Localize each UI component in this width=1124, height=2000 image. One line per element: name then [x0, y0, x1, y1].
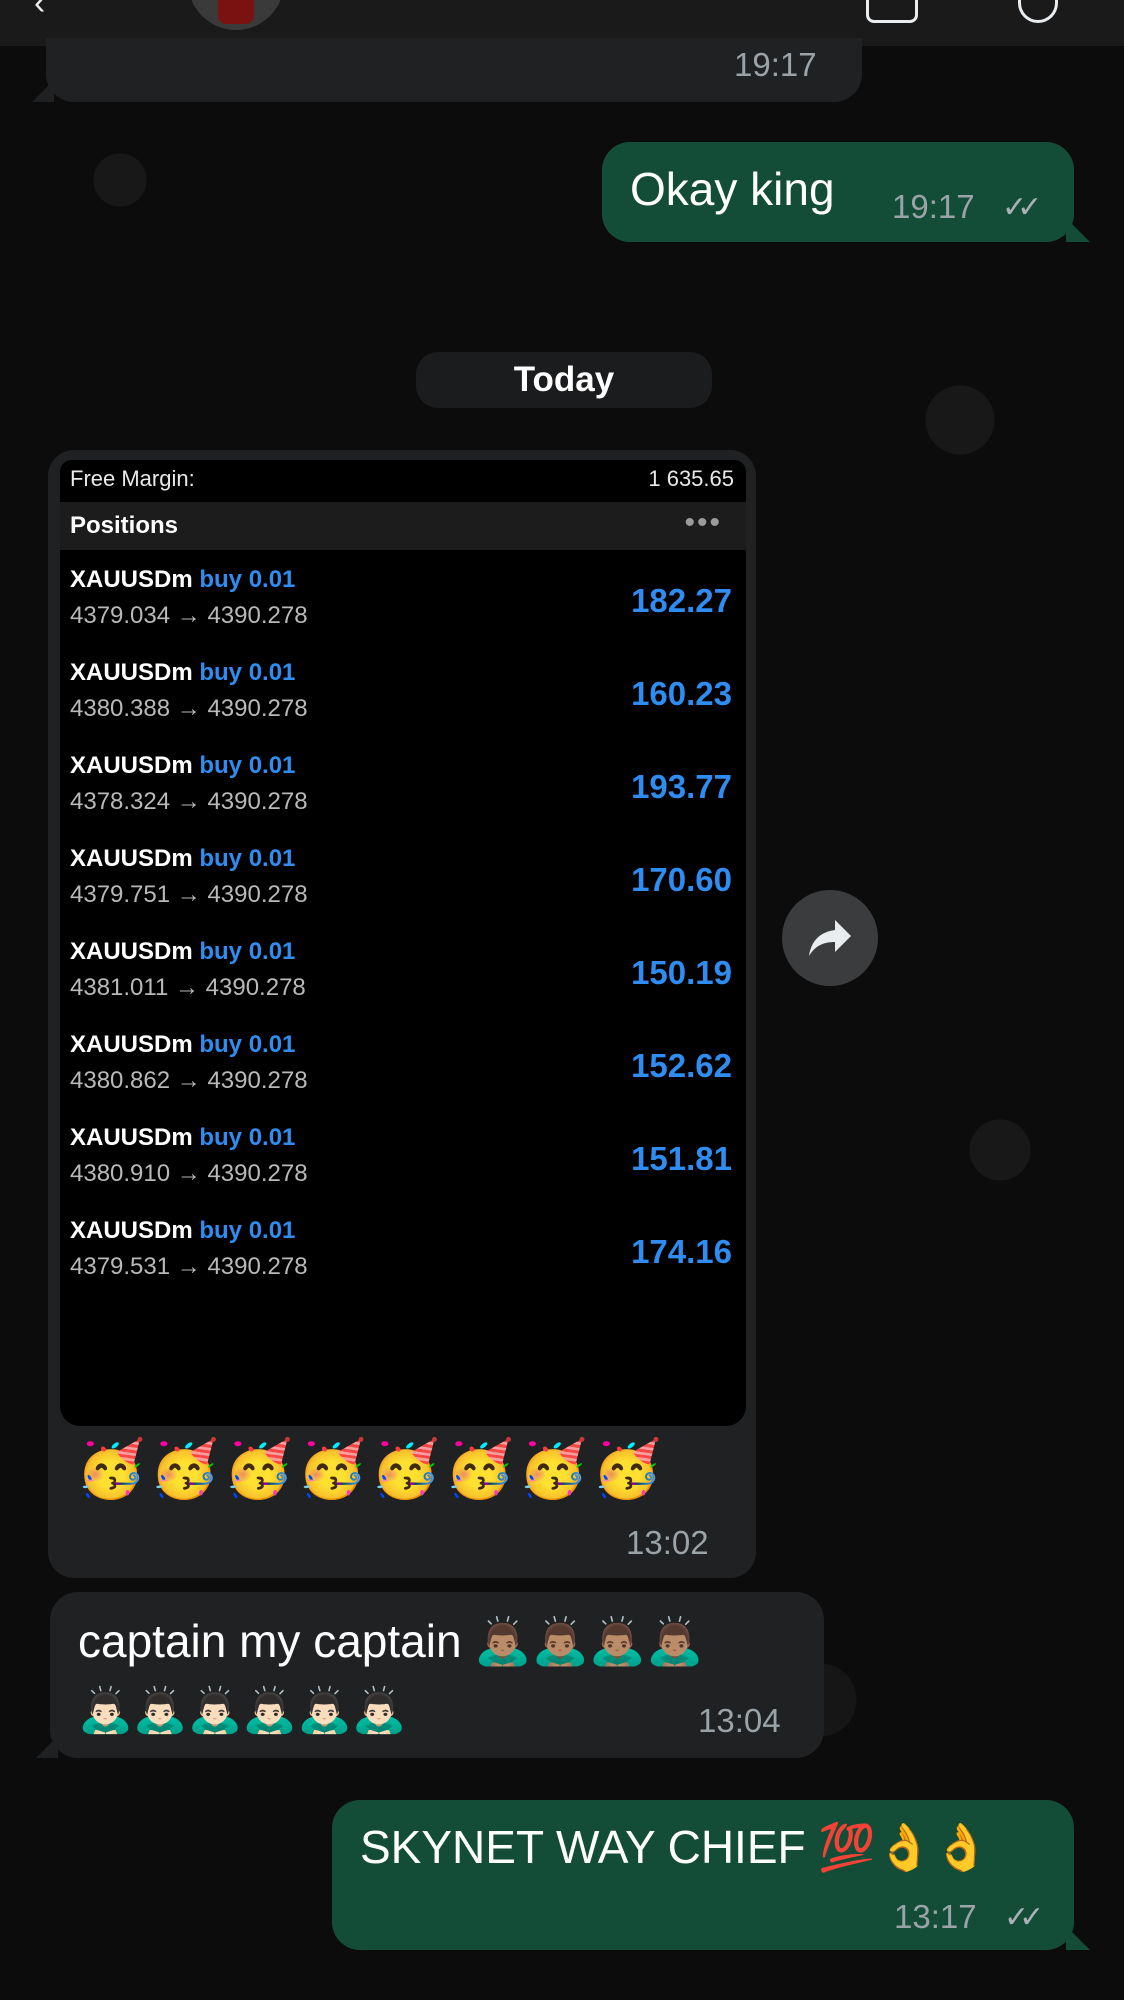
- position-side: buy 0.01: [199, 1217, 296, 1244]
- position-symbol: XAUUSDm buy 0.01: [70, 566, 296, 593]
- position-symbol: XAUUSDm buy 0.01: [70, 845, 296, 872]
- position-row: XAUUSDm buy 0.01 4380.910 → 4390.278 151…: [60, 1124, 746, 1217]
- message-time: 13:04: [698, 1702, 781, 1739]
- more-dots-icon: •••: [684, 506, 722, 539]
- position-side: buy 0.01: [199, 938, 296, 965]
- position-row: XAUUSDm buy 0.01 4379.034 → 4390.278 182…: [60, 566, 746, 659]
- position-side: buy 0.01: [199, 659, 296, 686]
- message-text-line-2: 🙇🏻‍♂️🙇🏻‍♂️🙇🏻‍♂️🙇🏻‍♂️🙇🏻‍♂️🙇🏻‍♂️: [78, 1686, 407, 1735]
- free-margin-row: Free Margin: 1 635.65: [60, 460, 746, 502]
- double-check-icon: ✓✓: [1002, 191, 1042, 224]
- position-prices: 4379.751 → 4390.278: [70, 881, 308, 908]
- position-symbol: XAUUSDm buy 0.01: [70, 1031, 296, 1058]
- position-symbol: XAUUSDm buy 0.01: [70, 938, 296, 965]
- position-prices: 4378.324 → 4390.278: [70, 788, 308, 815]
- position-row: XAUUSDm buy 0.01 4379.531 → 4390.278 174…: [60, 1217, 746, 1310]
- position-profit: 152.62: [631, 1047, 732, 1084]
- position-row: XAUUSDm buy 0.01 4379.751 → 4390.278 170…: [60, 845, 746, 938]
- message-time: 13:17: [894, 1898, 977, 1935]
- avatar[interactable]: [188, 0, 284, 30]
- incoming-message-bubble[interactable]: captain my captain 🙇🏽‍♂️🙇🏽‍♂️🙇🏽‍♂️🙇🏽‍♂️ …: [36, 1592, 824, 1758]
- outgoing-message-bubble[interactable]: SKYNET WAY CHIEF 💯👌👌 13:17 ✓✓: [332, 1800, 1090, 1950]
- position-symbol: XAUUSDm buy 0.01: [70, 1124, 296, 1151]
- position-side: buy 0.01: [199, 1124, 296, 1151]
- positions-header: Positions •••: [60, 502, 746, 550]
- outgoing-message-bubble[interactable]: Okay king 19:17 ✓✓: [602, 142, 1090, 242]
- position-row: XAUUSDm buy 0.01 4381.011 → 4390.278 150…: [60, 938, 746, 1031]
- message-time: 19:17: [734, 46, 817, 83]
- position-symbol: XAUUSDm buy 0.01: [70, 659, 296, 686]
- date-divider: Today: [416, 352, 712, 408]
- message-text: SKYNET WAY CHIEF 💯👌👌: [360, 1821, 991, 1873]
- position-side: buy 0.01: [199, 752, 296, 779]
- forward-button[interactable]: [782, 890, 878, 986]
- previous-message-bubble[interactable]: 19:17: [32, 38, 862, 102]
- position-profit: 170.60: [631, 861, 732, 898]
- position-row: XAUUSDm buy 0.01 4380.862 → 4390.278 152…: [60, 1031, 746, 1124]
- message-text-line-1: captain my captain 🙇🏽‍♂️🙇🏽‍♂️🙇🏽‍♂️🙇🏽‍♂️: [78, 1615, 704, 1667]
- position-side: buy 0.01: [199, 1031, 296, 1058]
- message-text: Okay king: [630, 163, 835, 215]
- position-row: XAUUSDm buy 0.01 4380.388 → 4390.278 160…: [60, 659, 746, 752]
- position-prices: 4380.910 → 4390.278: [70, 1160, 308, 1187]
- position-symbol: XAUUSDm buy 0.01: [70, 752, 296, 779]
- position-profit: 193.77: [631, 768, 732, 805]
- chevron-left-icon[interactable]: ‹: [34, 0, 45, 20]
- positions-title: Positions: [70, 512, 179, 539]
- position-profit: 182.27: [631, 582, 732, 619]
- position-side: buy 0.01: [199, 845, 296, 872]
- position-profit: 174.16: [631, 1233, 732, 1270]
- position-prices: 4379.034 → 4390.278: [70, 602, 308, 629]
- free-margin-label: Free Margin:: [70, 466, 195, 491]
- position-prices: 4381.011 → 4390.278: [70, 974, 306, 1001]
- position-row: XAUUSDm buy 0.01 4378.324 → 4390.278 193…: [60, 752, 746, 845]
- caption-emojis: 🥳🥳🥳🥳🥳🥳🥳🥳: [76, 1437, 666, 1500]
- position-symbol: XAUUSDm buy 0.01: [70, 1217, 296, 1244]
- position-side: buy 0.01: [199, 566, 296, 593]
- position-prices: 4379.531 → 4390.278: [70, 1253, 308, 1280]
- position-prices: 4380.862 → 4390.278: [70, 1067, 308, 1094]
- position-profit: 160.23: [631, 675, 732, 712]
- message-time: 13:02: [626, 1524, 709, 1561]
- free-margin-value: 1 635.65: [648, 466, 734, 491]
- forward-arrow-icon: [809, 920, 851, 956]
- trading-screenshot-image[interactable]: Free Margin: 1 635.65 Positions ••• XAUU…: [60, 460, 746, 1426]
- phone-icon[interactable]: [1018, 0, 1058, 23]
- message-time: 19:17: [892, 188, 975, 225]
- position-prices: 4380.388 → 4390.278: [70, 695, 308, 722]
- position-profit: 151.81: [631, 1140, 732, 1177]
- position-profit: 150.19: [631, 954, 732, 991]
- double-check-icon: ✓✓: [1004, 1901, 1044, 1934]
- video-call-icon[interactable]: [866, 0, 918, 23]
